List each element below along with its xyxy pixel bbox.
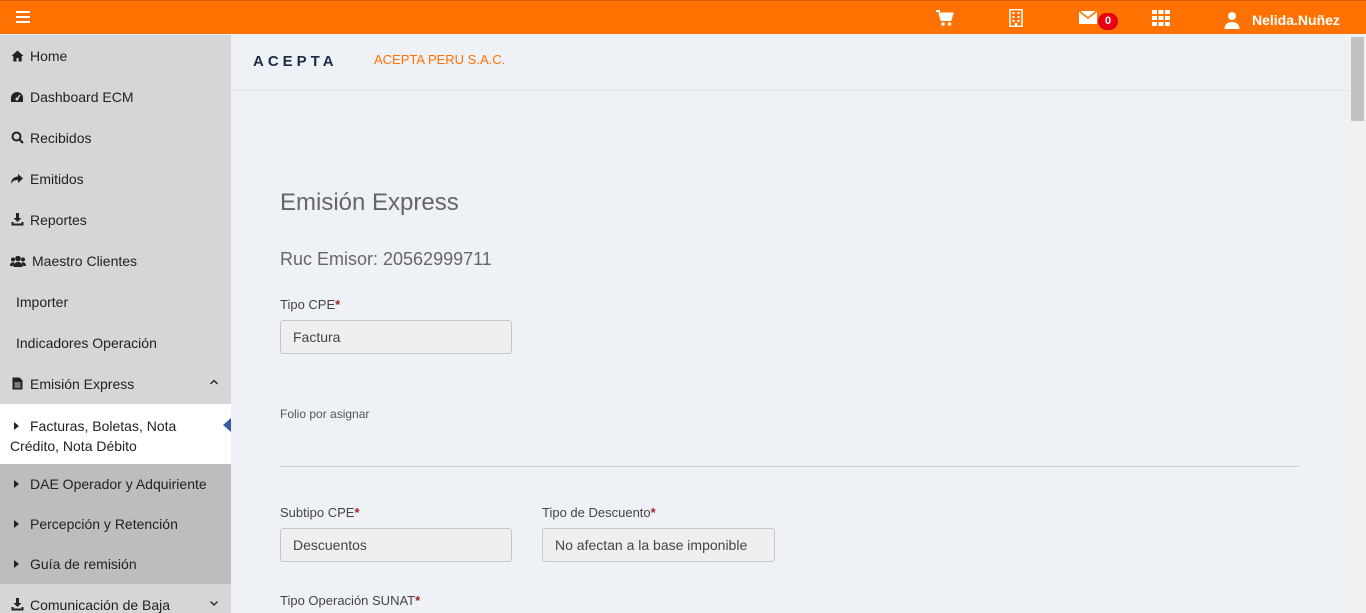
caret-right-icon xyxy=(14,422,19,430)
tipo-descuento-select[interactable]: No afectan a la base imponible xyxy=(542,528,775,562)
sidebar: Home Dashboard ECM Recibidos Emitidos Re… xyxy=(0,35,231,613)
sidebar-item-dashboard[interactable]: Dashboard ECM xyxy=(0,76,231,117)
chevron-up-icon xyxy=(209,379,219,385)
submenu-item-label: Facturas, Boletas, Nota Crédito, Nota Dé… xyxy=(10,418,177,454)
sidebar-item-label: Emitidos xyxy=(30,170,84,187)
submenu-item-percepcion-retencion[interactable]: Percepción y Retención xyxy=(0,504,231,544)
sidebar-item-label: Emisión Express xyxy=(30,375,135,392)
section-divider xyxy=(280,466,1299,467)
menu-icon[interactable] xyxy=(16,11,30,23)
caret-right-icon xyxy=(14,480,19,488)
file-icon xyxy=(10,377,24,391)
submenu-item-label: DAE Operador y Adquiriente xyxy=(30,476,207,492)
building-icon[interactable] xyxy=(1006,9,1026,27)
sidebar-item-indicadores-operacion[interactable]: Indicadores Operación xyxy=(0,322,231,363)
share-arrow-icon xyxy=(10,172,24,186)
page-title: Emisión Express xyxy=(280,189,459,216)
search-icon xyxy=(10,131,24,145)
sidebar-item-maestro-clientes[interactable]: Maestro Clientes xyxy=(0,240,231,281)
submenu-item-label: Guía de remisión xyxy=(30,556,137,572)
subtipo-cpe-label: Subtipo CPE* xyxy=(280,505,360,520)
sidebar-item-comunicacion-baja[interactable]: Comunicación de Baja xyxy=(0,584,231,613)
sidebar-item-label: Reportes xyxy=(30,211,87,228)
top-navbar: 0 Nelida.Nuñez xyxy=(0,0,1366,34)
tipo-descuento-label: Tipo de Descuento* xyxy=(542,505,656,520)
users-icon xyxy=(10,254,26,268)
tipo-cpe-select[interactable]: Factura xyxy=(280,320,512,354)
acepta-logo[interactable]: ACEPTA xyxy=(253,53,338,70)
mail-count-badge: 0 xyxy=(1098,13,1118,30)
page-scrollbar[interactable] xyxy=(1349,35,1366,613)
ruc-emisor: Ruc Emisor: 20562999711 xyxy=(280,249,492,269)
required-mark: * xyxy=(650,505,656,520)
sidebar-item-label: Maestro Clientes xyxy=(32,252,138,269)
required-mark: * xyxy=(335,297,341,312)
sidebar-item-reportes[interactable]: Reportes xyxy=(0,199,231,240)
submenu-item-dae-operador[interactable]: DAE Operador y Adquiriente xyxy=(0,464,231,504)
tipo-cpe-label: Tipo CPE* xyxy=(280,297,341,312)
download-icon xyxy=(10,598,24,612)
sidebar-item-emitidos[interactable]: Emitidos xyxy=(0,158,231,199)
sidebar-item-home[interactable]: Home xyxy=(0,35,231,76)
sidebar-item-recibidos[interactable]: Recibidos xyxy=(0,117,231,158)
apps-grid-icon[interactable] xyxy=(1151,9,1171,27)
active-indicator xyxy=(223,418,231,432)
caret-right-icon xyxy=(14,520,19,528)
mail-icon[interactable] xyxy=(1078,9,1098,27)
chevron-down-icon xyxy=(209,600,219,607)
subtipo-cpe-select[interactable]: Descuentos xyxy=(280,528,512,562)
username-label[interactable]: Nelida.Nuñez xyxy=(1252,12,1340,28)
dashboard-icon xyxy=(10,90,24,104)
sidebar-item-label: Recibidos xyxy=(30,129,92,146)
sidebar-item-label: Indicadores Operación xyxy=(16,334,157,351)
sidebar-item-emision-express[interactable]: Emisión Express xyxy=(0,363,231,404)
download-icon xyxy=(10,213,24,227)
company-name: ACEPTA PERU S.A.C. xyxy=(374,52,506,67)
sidebar-item-label: Importer xyxy=(16,293,69,310)
submenu-item-label: Percepción y Retención xyxy=(30,516,178,532)
required-mark: * xyxy=(354,505,360,520)
main-content: ACEPTA ACEPTA PERU S.A.C. Emisión Expres… xyxy=(231,35,1349,613)
sidebar-item-label: Home xyxy=(30,47,68,64)
brand-bar: ACEPTA ACEPTA PERU S.A.C. xyxy=(231,35,1349,91)
folio-text: Folio por asignar xyxy=(280,407,370,421)
user-icon[interactable] xyxy=(1222,11,1242,29)
required-mark: * xyxy=(415,593,421,608)
scrollbar-thumb[interactable] xyxy=(1351,37,1364,121)
sidebar-item-label: Comunicación de Baja xyxy=(30,596,171,613)
caret-right-icon xyxy=(14,560,19,568)
submenu-item-facturas-boletas[interactable]: Facturas, Boletas, Nota Crédito, Nota Dé… xyxy=(0,404,231,464)
cart-icon[interactable] xyxy=(935,9,955,27)
home-icon xyxy=(10,49,24,63)
sidebar-item-label: Dashboard ECM xyxy=(30,88,134,105)
tipo-operacion-label: Tipo Operación SUNAT* xyxy=(280,593,421,608)
sidebar-item-importer[interactable]: Importer xyxy=(0,281,231,322)
submenu-item-guia-remision[interactable]: Guía de remisión xyxy=(0,544,231,584)
